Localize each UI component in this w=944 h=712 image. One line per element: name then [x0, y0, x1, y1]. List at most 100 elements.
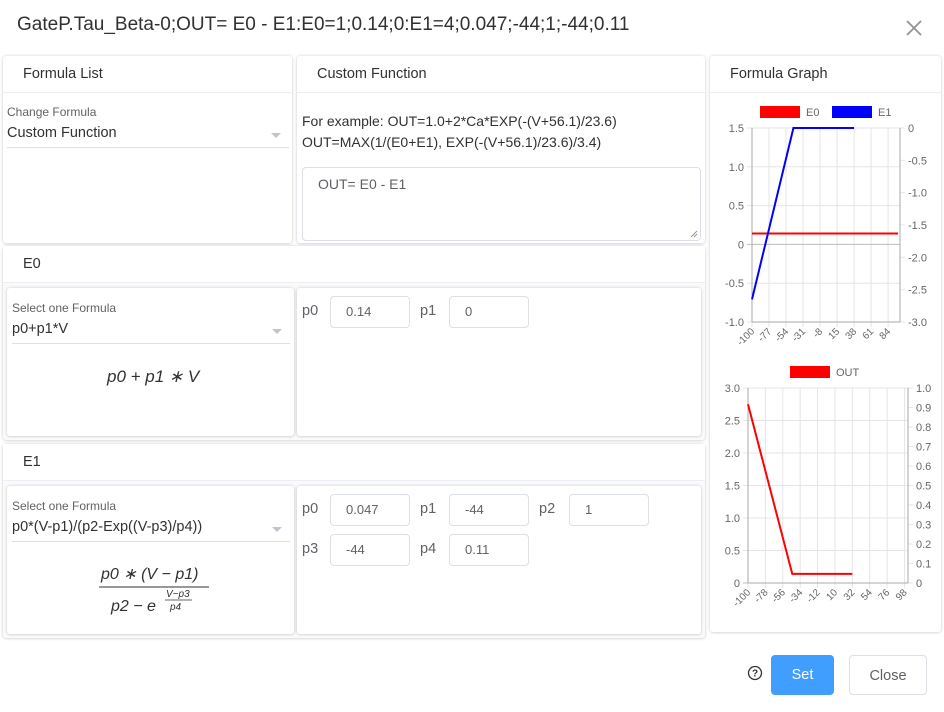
e1-param-label: p1: [420, 501, 437, 517]
x-tick-label: -12: [805, 587, 823, 605]
legend-swatch-e0: [760, 106, 800, 118]
change-formula-label: Change Formula: [7, 105, 97, 119]
y-left-tick-label: 1.5: [725, 481, 740, 493]
e0-param-input[interactable]: 0.14: [330, 296, 410, 328]
example-line-1: For example: OUT=1.0+2*Ca*EXP(-(V+56.1)/…: [302, 113, 617, 129]
e1-formula-value: p0*(V-p1)/(p2-Exp((V-p3)/p4)): [12, 519, 203, 535]
change-formula-value: Custom Function: [7, 125, 117, 141]
svg-text:p0 ∗ (V − p1): p0 ∗ (V − p1): [100, 566, 198, 583]
dialog-title: GateP.Tau_Beta-0;OUT= E0 - E1:E0=1;0.14;…: [17, 14, 630, 35]
e1-param-input[interactable]: -44: [330, 534, 410, 566]
e0-param-label: p1: [420, 303, 437, 319]
x-tick-label: 84: [878, 326, 894, 342]
out-chart: -100 -78 -56 -34 -12 10 32 54 76 98 3.0 2.5 2.0 1.5 1.…: [725, 366, 931, 609]
x-tick-label: 38: [844, 326, 860, 342]
y-right-tick-label: -1.0: [908, 188, 927, 200]
y-right-tick-label: 0.8: [916, 422, 931, 434]
e0-param-input[interactable]: 0: [449, 296, 529, 328]
close-icon[interactable]: [903, 17, 925, 39]
y-right-tick-label: 0.6: [916, 461, 931, 473]
y-left-tick-label: 0: [734, 578, 740, 590]
x-tick-label: 98: [894, 587, 910, 603]
y-left-tick-label: 0: [738, 239, 744, 251]
x-tick-label: 76: [877, 587, 893, 603]
chevron-down-icon: [272, 329, 282, 334]
y-left-tick-label: 1.5: [729, 123, 744, 135]
x-tick-label: -31: [790, 326, 808, 344]
e1-param-input[interactable]: 0.11: [449, 534, 529, 566]
x-tick-label: -77: [756, 326, 774, 344]
y-left-tick-label: 0.5: [725, 546, 740, 558]
chevron-down-icon: [272, 527, 282, 532]
y-left-tick-label: -0.5: [725, 278, 744, 290]
x-tick-label: -100: [735, 326, 757, 348]
y-left-tick-label: 2.0: [725, 448, 740, 460]
y-left-tick-label: 0.5: [729, 201, 744, 213]
x-tick-label: -100: [731, 587, 753, 609]
custom-function-header: Custom Function: [297, 56, 705, 93]
legend-label-e1: E1: [878, 107, 891, 119]
y-right-tick-label: -2.5: [908, 285, 927, 297]
e0-select-label: Select one Formula: [12, 301, 117, 315]
svg-text:?: ?: [752, 669, 758, 680]
y-right-tick-label: -2.0: [908, 252, 927, 264]
e1-param-label: p0: [302, 501, 319, 517]
e0-e1-chart: -100 -77 -54 -31 -8 15 38 61 84 1.5 1.0 0.5 0 -0.5 -1.…: [725, 106, 927, 348]
custom-function-textarea[interactable]: OUT= E0 - E1: [302, 167, 701, 241]
y-left-tick-label: 2.5: [725, 416, 740, 428]
x-tick-label: -56: [770, 587, 788, 605]
change-formula-select[interactable]: Custom Function: [7, 125, 289, 148]
y-right-tick-label: 1.0: [916, 383, 931, 395]
svg-text:V−p3: V−p3: [166, 589, 190, 600]
x-tick-label: -8: [811, 326, 825, 340]
y-right-tick-label: 0: [916, 578, 922, 590]
question-circle-icon[interactable]: ?: [747, 665, 763, 681]
e1-param-input[interactable]: 1: [569, 494, 649, 526]
y-right-tick-label: -0.5: [908, 155, 927, 167]
custom-function-value: OUT= E0 - E1: [318, 176, 407, 192]
e1-param-label: p4: [420, 541, 437, 557]
set-button[interactable]: Set: [771, 655, 834, 695]
e0-formula-panel: Select one Formula p0+p1*V p0 + p1 ∗ V: [7, 288, 294, 436]
y-right-tick-label: 0.5: [916, 481, 931, 493]
formula-graph-panel: Formula Graph -100 -77 -54 -31 -8 15 38 61 84 1.5…: [710, 56, 941, 632]
formula-list-header: Formula List: [3, 56, 292, 93]
x-tick-label: -54: [773, 326, 791, 344]
close-button[interactable]: Close: [849, 655, 927, 695]
y-left-tick-label: -1.0: [725, 317, 744, 329]
chevron-down-icon: [271, 133, 281, 138]
e1-param-input[interactable]: 0.047: [330, 494, 410, 526]
e1-params-panel: p0 0.047 p1 -44 p2 1 p3 -44 p4 0.11: [297, 486, 701, 634]
formula-list-panel: Formula List Change Formula Custom Funct…: [3, 56, 292, 243]
x-tick-label: 54: [859, 587, 875, 603]
e0-formula-render: p0 + p1 ∗ V: [106, 367, 201, 386]
legend-label-out: OUT: [836, 367, 860, 379]
y-right-tick-label: 0.7: [916, 442, 931, 454]
e0-param-label: p0: [302, 303, 319, 319]
e1-select-label: Select one Formula: [12, 499, 117, 513]
e1-formula-panel: Select one Formula p0*(V-p1)/(p2-Exp((V-…: [7, 486, 294, 634]
y-right-tick-label: 0.9: [916, 403, 931, 415]
e0-formula-value: p0+p1*V: [12, 321, 69, 337]
e0-header: E0: [3, 246, 705, 283]
y-right-tick-label: 0.2: [916, 539, 931, 551]
e0-params-panel: p0 0.14 p1 0: [297, 288, 701, 436]
legend-swatch-out: [790, 366, 830, 378]
x-tick-label: 10: [824, 587, 840, 603]
resize-handle-icon[interactable]: [690, 230, 698, 238]
y-right-tick-label: 0: [908, 123, 914, 135]
legend-label-e0: E0: [806, 107, 819, 119]
svg-text:p4: p4: [169, 602, 182, 613]
y-right-tick-label: 0.4: [916, 500, 931, 512]
y-right-tick-label: -3.0: [908, 317, 927, 329]
e1-formula-select[interactable]: p0*(V-p1)/(p2-Exp((V-p3)/p4)): [12, 519, 290, 542]
legend-swatch-e1: [832, 106, 872, 118]
x-tick-label: -78: [753, 587, 771, 605]
y-right-tick-label: 0.3: [916, 520, 931, 532]
y-left-tick-label: 1.0: [725, 513, 740, 525]
svg-text:p0 + p1 ∗ V: p0 + p1 ∗ V: [106, 367, 201, 386]
svg-text:p2 − e: p2 − e: [110, 598, 156, 615]
y-left-tick-label: 3.0: [725, 383, 740, 395]
e1-param-input[interactable]: -44: [449, 494, 529, 526]
e0-formula-select[interactable]: p0+p1*V: [12, 321, 290, 344]
